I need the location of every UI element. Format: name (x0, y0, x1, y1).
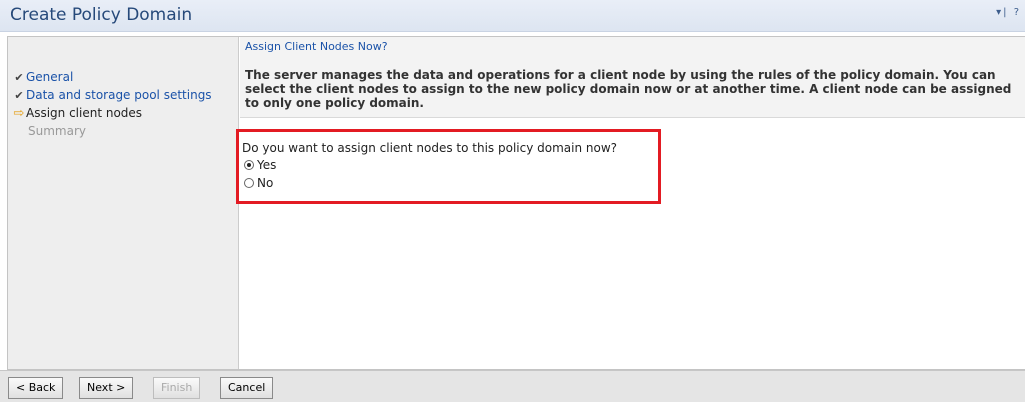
highlight-box: Do you want to assign client nodes to th… (236, 129, 661, 204)
nav-step-general[interactable]: ✔ General (12, 69, 73, 85)
next-button[interactable]: Next > (79, 377, 134, 399)
radio-option-no[interactable]: No (244, 176, 273, 190)
nav-step-label: Summary (28, 124, 86, 138)
nav-step-label: Data and storage pool settings (26, 88, 212, 102)
nav-step-assign-client-nodes[interactable]: ⇨ Assign client nodes (12, 105, 143, 121)
checkmark-icon: ✔ (14, 89, 24, 102)
wizard-frame: ✔ General ✔ Data and storage pool settings… (7, 36, 1025, 370)
step-header: Assign Client Nodes Now? The server mana… (240, 37, 1025, 118)
window-controls[interactable]: ▾| ? (996, 7, 1021, 18)
radio-button-yes[interactable] (244, 160, 254, 170)
wizard-step-nav: ✔ General ✔ Data and storage pool settings… (8, 37, 239, 369)
step-description: The server manages the data and operatio… (245, 68, 1012, 110)
radio-button-no[interactable] (244, 178, 254, 188)
finish-button: Finish (153, 377, 201, 399)
wizard-button-bar: < Back Next > Finish Cancel (0, 370, 1025, 402)
step-title: Assign Client Nodes Now? (245, 40, 388, 53)
nav-step-label: Assign client nodes (26, 106, 143, 120)
current-step-arrow-icon: ⇨ (13, 106, 25, 121)
wizard-content: Assign Client Nodes Now? The server mana… (236, 37, 1025, 369)
back-button[interactable]: < Back (8, 377, 64, 399)
nav-step-label: General (26, 70, 74, 84)
radio-label-yes: Yes (257, 158, 277, 172)
radio-option-yes[interactable]: Yes (244, 158, 276, 172)
radio-label-no: No (257, 176, 274, 190)
window-title: Create Policy Domain (10, 5, 193, 25)
nav-step-summary: Summary (12, 123, 86, 139)
checkmark-icon: ✔ (14, 71, 24, 84)
title-bar: Create Policy Domain ▾| ? (0, 0, 1025, 32)
assign-question: Do you want to assign client nodes to th… (242, 141, 618, 155)
nav-step-data-storage[interactable]: ✔ Data and storage pool settings (12, 87, 212, 103)
cancel-button[interactable]: Cancel (220, 377, 274, 399)
